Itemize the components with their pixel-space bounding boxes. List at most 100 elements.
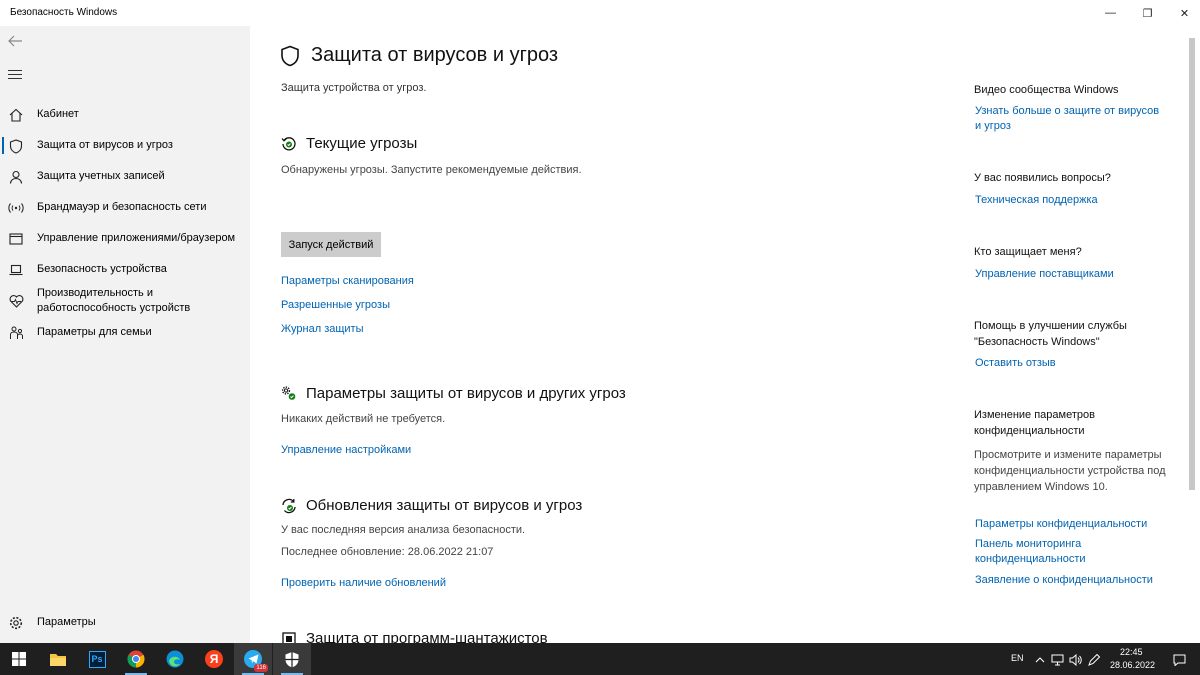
refresh-check-icon bbox=[281, 498, 297, 514]
telegram-badge: 116 bbox=[254, 664, 268, 672]
privacy-dashboard-link[interactable]: Панель мониторинга конфиденциальности bbox=[975, 537, 1095, 567]
heart-pulse-icon bbox=[8, 293, 24, 309]
start-icon bbox=[12, 652, 26, 666]
chevron-up-icon bbox=[1035, 657, 1045, 663]
taskbar-edge[interactable] bbox=[156, 643, 194, 675]
taskbar-chrome[interactable] bbox=[117, 643, 155, 675]
family-icon bbox=[8, 325, 24, 341]
scrollbar[interactable] bbox=[1189, 38, 1195, 490]
manage-settings-link[interactable]: Управление настройками bbox=[281, 444, 411, 456]
minimize-button[interactable]: — bbox=[1092, 0, 1129, 26]
allowed-threats-link[interactable]: Разрешенные угрозы bbox=[281, 299, 390, 311]
notification-icon bbox=[1173, 654, 1185, 666]
updates-title: Обновления защиты от вирусов и угроз bbox=[306, 497, 583, 514]
manage-providers-link[interactable]: Управление поставщиками bbox=[975, 267, 1165, 282]
sidebar-item-label: Параметры для семьи bbox=[37, 326, 152, 338]
taskbar-telegram[interactable]: 116 bbox=[234, 643, 272, 675]
last-update-text: Последнее обновление: 28.06.2022 21:07 bbox=[281, 546, 494, 558]
yandex-browser-icon: Я bbox=[205, 650, 223, 668]
sidebar-item-home[interactable]: Кабинет bbox=[0, 107, 250, 123]
volume-button[interactable] bbox=[1068, 653, 1082, 667]
start-button[interactable] bbox=[0, 643, 38, 675]
page-title-text: Защита от вирусов и угроз bbox=[311, 44, 559, 66]
privacy-text: Просмотрите и измените параметры конфиде… bbox=[974, 449, 1166, 493]
who-protects-heading: Кто защищает меня? bbox=[974, 246, 1082, 258]
minimize-icon: — bbox=[1105, 7, 1116, 19]
sidebar-item-device-performance[interactable]: Производительность и работоспособность у… bbox=[0, 286, 250, 316]
home-icon bbox=[8, 107, 24, 123]
sidebar-item-label: Кабинет bbox=[37, 108, 79, 120]
sidebar-item-device-security[interactable]: Безопасность устройства bbox=[0, 262, 250, 278]
clock-date[interactable]: 28.06.2022 bbox=[1110, 660, 1155, 670]
updates-text: У вас последняя версия анализа безопасно… bbox=[281, 524, 526, 536]
shield-icon bbox=[280, 45, 302, 67]
current-threats-title: Текущие угрозы bbox=[306, 135, 418, 152]
sidebar-item-firewall[interactable]: Брандмауэр и безопасность сети bbox=[0, 200, 250, 216]
page-title: Защита от вирусов и угроз bbox=[280, 44, 558, 67]
language-indicator[interactable]: EN bbox=[1011, 653, 1024, 663]
protection-settings-text: Никаких действий не требуется. bbox=[281, 413, 446, 425]
privacy-statement-link[interactable]: Заявление о конфиденциальности bbox=[975, 573, 1165, 588]
questions-heading: У вас появились вопросы? bbox=[974, 172, 1111, 184]
sidebar-item-label: Производительность и работоспособность у… bbox=[37, 287, 191, 314]
protection-settings-heading: Параметры защиты от вирусов и других угр… bbox=[281, 385, 626, 402]
improve-heading: Помощь в улучшении службы "Безопасность … bbox=[974, 320, 1127, 348]
person-icon bbox=[8, 169, 24, 185]
taskbar-yandex-browser[interactable]: Я bbox=[195, 643, 233, 675]
learn-more-link[interactable]: Узнать больше о защите от вирусов и угро… bbox=[975, 104, 1165, 134]
sidebar-item-label: Защита учетных записей bbox=[37, 170, 165, 182]
protection-history-link[interactable]: Журнал защиты bbox=[281, 323, 364, 335]
threat-scan-icon bbox=[281, 136, 297, 152]
title-bar: Безопасность Windows — ❐ ✕ bbox=[0, 0, 1200, 26]
back-arrow-icon bbox=[8, 35, 22, 47]
photoshop-icon: Ps bbox=[88, 650, 106, 668]
sidebar-item-label: Параметры bbox=[37, 616, 96, 628]
sidebar-item-label: Брандмауэр и безопасность сети bbox=[37, 201, 207, 213]
start-actions-button[interactable]: Запуск действий bbox=[281, 232, 381, 257]
main-content: Защита от вирусов и угроз Защита устройс… bbox=[250, 26, 950, 643]
current-threats-heading: Текущие угрозы bbox=[281, 135, 417, 152]
gears-check-icon bbox=[281, 385, 297, 402]
file-explorer-icon bbox=[50, 653, 66, 666]
sidebar-item-label: Безопасность устройства bbox=[37, 263, 167, 275]
maximize-button[interactable]: ❐ bbox=[1129, 0, 1166, 26]
windows-security-icon bbox=[285, 651, 299, 667]
sidebar-item-label: Управление приложениями/браузером bbox=[37, 232, 236, 244]
sidebar-item-account-protection[interactable]: Защита учетных записей bbox=[0, 169, 250, 185]
shield-icon bbox=[8, 138, 24, 154]
taskbar-windows-security[interactable] bbox=[273, 643, 311, 675]
telegram-icon: 116 bbox=[244, 650, 268, 672]
yandex-label: Я bbox=[209, 652, 219, 666]
onedrive-tray[interactable] bbox=[1050, 653, 1064, 667]
back-button[interactable] bbox=[6, 34, 26, 50]
speaker-icon bbox=[1069, 654, 1082, 666]
close-button[interactable]: ✕ bbox=[1166, 0, 1200, 26]
show-hidden-icons-button[interactable] bbox=[1033, 653, 1047, 667]
taskbar-photoshop[interactable]: Ps bbox=[78, 643, 116, 675]
sidebar-item-label: Защита от вирусов и угроз bbox=[37, 139, 173, 151]
privacy-settings-link[interactable]: Параметры конфиденциальности bbox=[975, 517, 1165, 532]
maximize-icon: ❐ bbox=[1142, 7, 1153, 20]
sidebar-item-app-browser-control[interactable]: Управление приложениями/браузером bbox=[0, 231, 250, 247]
input-indicator[interactable] bbox=[1087, 653, 1101, 667]
laptop-icon bbox=[8, 262, 24, 278]
menu-toggle-button[interactable] bbox=[8, 70, 22, 82]
edge-icon bbox=[166, 650, 184, 668]
taskbar-file-explorer[interactable] bbox=[39, 643, 77, 675]
give-feedback-link[interactable]: Оставить отзыв bbox=[975, 356, 1165, 371]
taskbar: Ps Я 116 EN 22:45 28.06.2022 bbox=[0, 643, 1200, 675]
updates-heading: Обновления защиты от вирусов и угроз bbox=[281, 497, 582, 514]
window-title: Безопасность Windows bbox=[10, 7, 118, 18]
sidebar-item-virus-protection[interactable]: Защита от вирусов и угроз bbox=[0, 137, 250, 154]
notifications-button[interactable] bbox=[1172, 653, 1186, 667]
sidebar-item-family-options[interactable]: Параметры для семьи bbox=[0, 325, 250, 341]
tech-support-link[interactable]: Техническая поддержка bbox=[975, 193, 1165, 208]
sidebar: Кабинет Защита от вирусов и угроз Защита… bbox=[0, 26, 250, 643]
sidebar-item-settings[interactable]: Параметры bbox=[0, 615, 250, 631]
check-updates-link[interactable]: Проверить наличие обновлений bbox=[281, 577, 446, 589]
gear-icon bbox=[8, 615, 24, 631]
privacy-heading: Изменение параметров конфиденциальности bbox=[974, 409, 1095, 437]
scan-options-link[interactable]: Параметры сканирования bbox=[281, 275, 414, 287]
photoshop-label: Ps bbox=[91, 654, 103, 664]
clock-time[interactable]: 22:45 bbox=[1120, 647, 1143, 657]
